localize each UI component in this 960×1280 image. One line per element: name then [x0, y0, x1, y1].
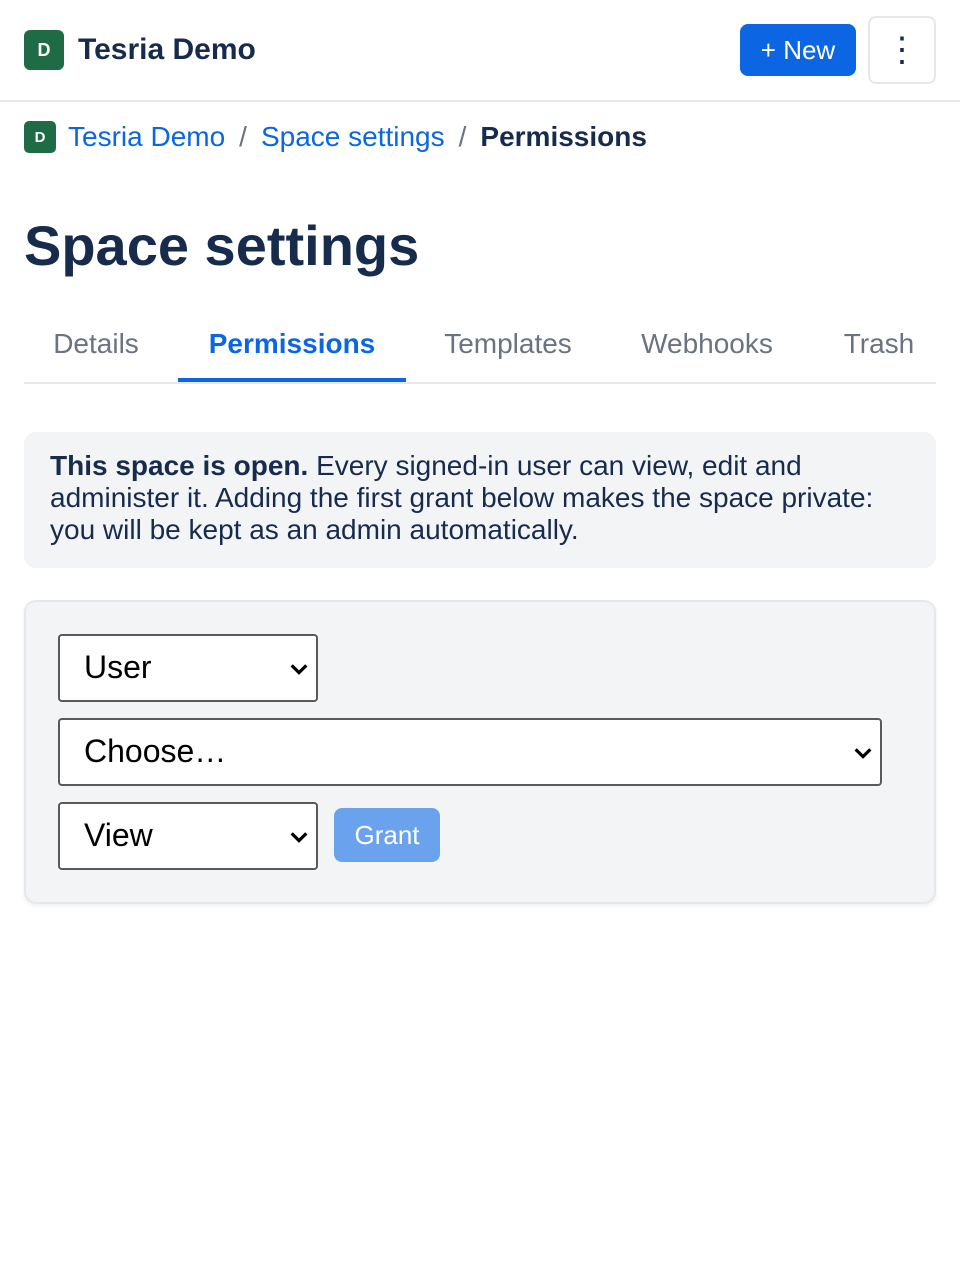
principal-type-value: User — [84, 649, 152, 685]
grant-form: User Choose… View Grant — [24, 600, 936, 904]
app-title[interactable]: Tesria Demo — [78, 30, 256, 70]
chevron-down-icon — [854, 748, 872, 759]
top-bar: D Tesria Demo + New ⋮ — [0, 0, 960, 102]
open-space-notice: This space is open. Every signed-in user… — [24, 432, 936, 568]
chevron-down-icon — [290, 664, 308, 675]
chevron-down-icon — [290, 832, 308, 843]
space-avatar[interactable]: D — [24, 30, 64, 70]
breadcrumb-link-space[interactable]: Tesria Demo — [68, 121, 225, 153]
tab-permissions[interactable]: Permissions — [178, 310, 406, 382]
page-title: Space settings — [24, 214, 420, 277]
breadcrumb-link-space-settings[interactable]: Space settings — [261, 121, 445, 153]
role-select[interactable]: View — [58, 802, 318, 870]
breadcrumb-separator: / — [239, 121, 247, 152]
principal-type-select[interactable]: User — [58, 634, 318, 702]
breadcrumb-space-avatar: D — [24, 121, 56, 153]
new-button[interactable]: + New — [740, 24, 856, 76]
notice-heading: This space is open. — [50, 450, 309, 481]
breadcrumb-current: Permissions — [480, 121, 647, 152]
breadcrumb-separator: / — [458, 121, 467, 152]
tab-trash[interactable]: Trash — [820, 310, 938, 382]
tab-details[interactable]: Details — [24, 310, 168, 382]
settings-tabs: Details Permissions Templates Webhooks T… — [24, 310, 936, 384]
breadcrumb: D Tesria Demo / Space settings / Permiss… — [24, 120, 647, 154]
more-options-icon[interactable]: ⋮ — [868, 16, 936, 84]
tab-templates[interactable]: Templates — [420, 310, 596, 382]
principal-value: Choose… — [84, 733, 227, 769]
grant-button[interactable]: Grant — [334, 808, 440, 862]
role-value: View — [84, 817, 153, 853]
tab-webhooks[interactable]: Webhooks — [616, 310, 798, 382]
principal-select[interactable]: Choose… — [58, 718, 882, 786]
